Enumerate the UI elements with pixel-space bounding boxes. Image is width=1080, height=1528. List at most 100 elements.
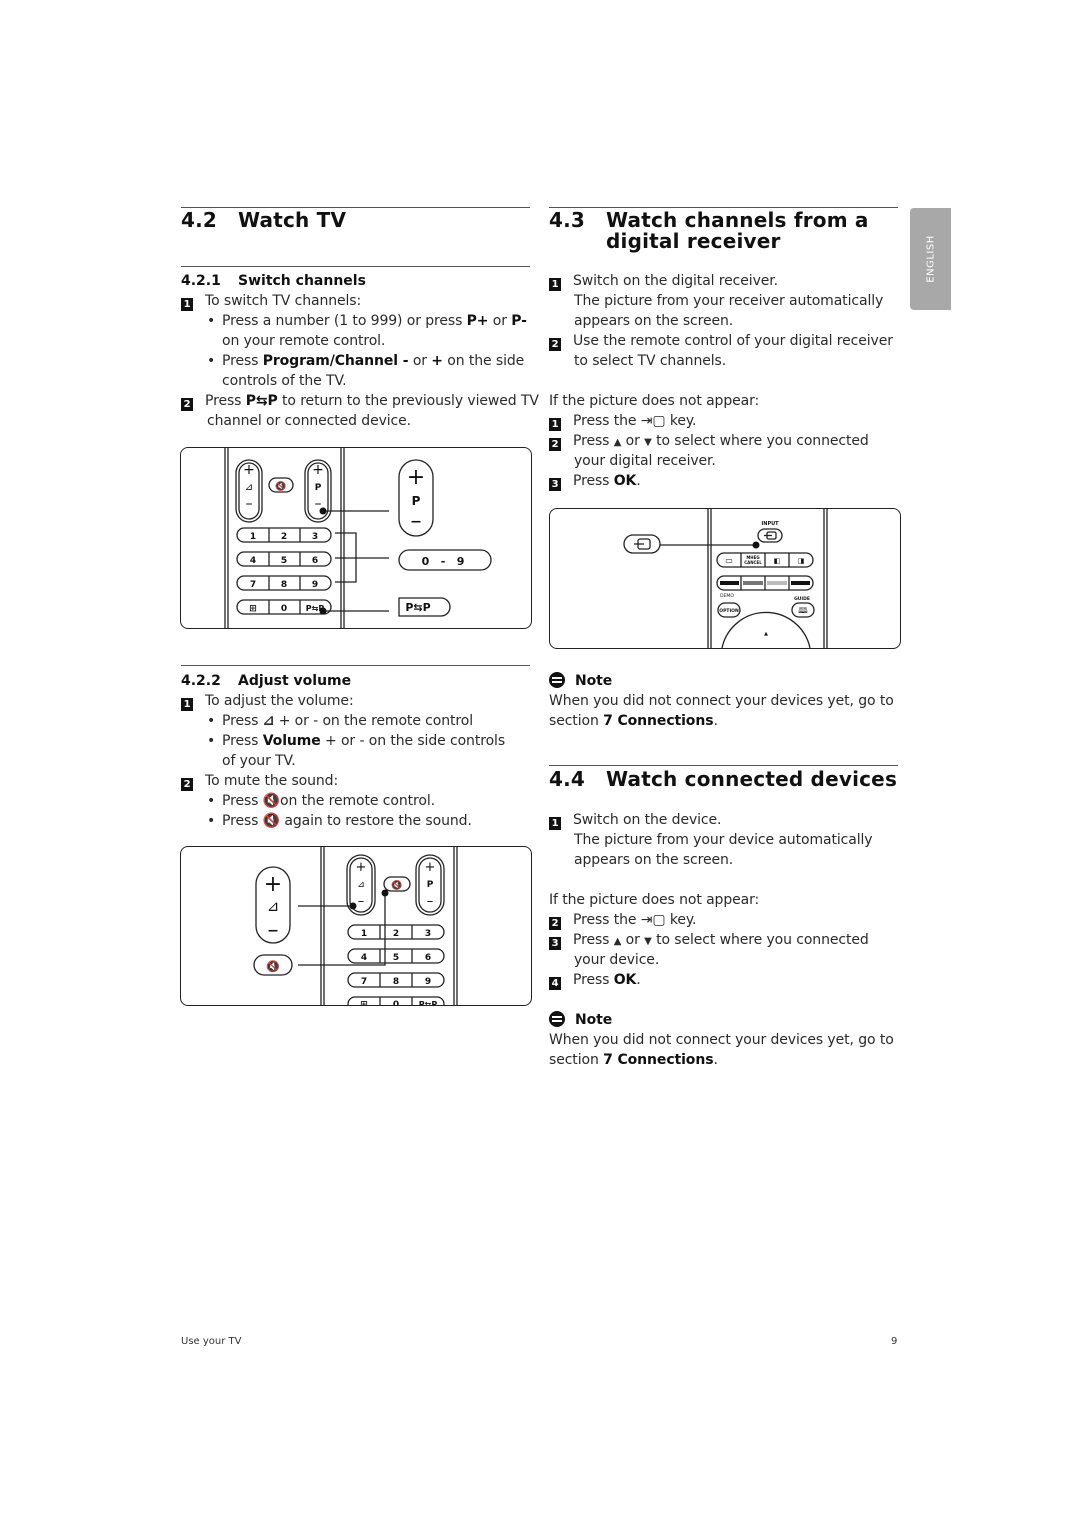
keypad-key: 1: [361, 929, 367, 939]
step-text: Switch on the digital receiver.: [573, 273, 778, 289]
keypad-key: 8: [281, 580, 287, 590]
note-title: Note: [575, 673, 613, 689]
key-label: OK: [613, 473, 637, 489]
bullet-icon: •: [207, 793, 216, 809]
keypad-key: 7: [250, 580, 256, 590]
input-source-icon: ⇥▢: [640, 413, 666, 429]
step-number: 3: [549, 478, 561, 491]
svg-text:▭: ▭: [725, 556, 733, 565]
svg-text:◨: ◨: [798, 557, 805, 565]
bullet-icon: •: [207, 813, 216, 829]
keypad-key: 2: [393, 929, 399, 939]
step-text: key.: [665, 912, 697, 928]
step-1: 1 Press the ⇥▢ key.: [549, 411, 697, 431]
keypad-key: 1: [250, 532, 256, 542]
remote-illustration: INPUT ▭ MHEG CANCEL ◧ ◨ DEMO GUIDE OPTIO…: [623, 509, 828, 649]
keypad-key: 2: [281, 532, 287, 542]
step-number: 3: [549, 937, 561, 950]
bullet-text: on the remote control.: [280, 793, 435, 809]
step-number: 2: [181, 778, 193, 791]
keypad-key: ⊞: [360, 1000, 368, 1005]
keypad-key: 9: [425, 977, 431, 987]
step-3: 3 Press OK.: [549, 471, 641, 491]
svg-text:◧: ◧: [774, 557, 781, 565]
section-title: Watch channels from a digital receiver: [606, 210, 869, 252]
callout-dot: [349, 902, 357, 910]
bullet-icon: •: [207, 733, 216, 749]
remote-figure-channels: + ⊿ – 🔇 + P – 1 2 3 4 5 6 7 8 9 ⊞ 0 P⇆P …: [180, 447, 532, 629]
note-text: section 7 Connections.: [549, 1050, 718, 1070]
footer-chapter: Use your TV: [181, 1336, 242, 1347]
step-continuation: your device.: [574, 952, 660, 968]
section-reference-link[interactable]: 7 Connections: [603, 713, 713, 729]
bullet-icon: •: [207, 713, 216, 729]
keypad-key: P⇆P: [306, 604, 325, 613]
keypad-key: 3: [312, 532, 318, 542]
p-label: P: [427, 880, 434, 890]
svg-text:P: P: [315, 483, 322, 493]
subsection-title: Adjust volume: [238, 673, 352, 689]
remote-illustration: + ⊿ – 🔇 + P – 1 2 3 4 5 6 7 8 9 ⊞ 0 P⇆P …: [224, 448, 492, 628]
subsection-heading-4-2-1: 4.2.1 Switch channels: [181, 271, 366, 291]
bullet-icon: •: [207, 353, 216, 369]
subsection-number: 4.2.1: [181, 273, 221, 289]
callout-dot: [752, 541, 760, 549]
bullet-text: + or - on the remote control: [274, 713, 474, 729]
swap-label: P⇆P: [405, 601, 430, 614]
step-number: 2: [549, 438, 561, 451]
key-label: P-: [511, 313, 527, 329]
step-text: Press the: [573, 413, 641, 429]
guide-label: GUIDE: [794, 596, 810, 602]
svg-text:🔇: 🔇: [391, 879, 402, 891]
page-number: 9: [891, 1336, 898, 1347]
svg-text:–: –: [315, 496, 322, 512]
note-text-part: .: [713, 1052, 718, 1068]
section-heading-4-4: 4.4 Watch connected devices: [549, 769, 897, 790]
keypad-key: 6: [312, 556, 318, 566]
bullet-continuation: of your TV.: [222, 753, 296, 769]
yellow-key: [767, 581, 787, 585]
note-text-part: section: [549, 713, 604, 729]
step-text: Use the remote control of your digital r…: [573, 333, 893, 349]
step-text: To adjust the volume:: [205, 693, 354, 709]
step-2: 2 Press P⇆P to return to the previously v…: [181, 391, 539, 411]
keypad-key: 0: [281, 604, 287, 614]
bullet-text: + or - on the side controls: [320, 733, 506, 749]
step-continuation: your digital receiver.: [574, 453, 716, 469]
bullet-text: Press: [222, 353, 263, 369]
note-icon: [549, 672, 565, 688]
step-number: 1: [181, 298, 193, 311]
paragraph: If the picture does not appear:: [549, 393, 760, 409]
step-text: .: [636, 473, 641, 489]
key-label: Program/Channel -: [262, 353, 409, 369]
section-reference-link[interactable]: 7 Connections: [603, 1052, 713, 1068]
paragraph: If the picture does not appear:: [549, 892, 760, 908]
step-text: Press: [205, 393, 246, 409]
step-text: Switch on the device.: [573, 812, 722, 828]
step-number: 1: [181, 698, 193, 711]
callout-dot: [381, 889, 389, 897]
step-text: to return to the previously viewed TV: [277, 393, 539, 409]
step-1: 1 To switch TV channels:: [181, 291, 361, 311]
step-number: 2: [549, 338, 561, 351]
keypad-key: 9: [312, 580, 318, 590]
note-title: Note: [575, 1012, 613, 1028]
keypad-key: 5: [281, 556, 287, 566]
remote-illustration: + ⊿ – 🔇 + ⊿ – 🔇 + P – 1 2 3 4 5 6 7 8 9 …: [253, 847, 458, 1012]
keypad-key: 3: [425, 929, 431, 939]
step-1: 1 Switch on the device.: [549, 810, 721, 830]
step-continuation: to select TV channels.: [574, 353, 727, 369]
key-label: P+: [466, 313, 489, 329]
svg-text:–: –: [246, 496, 253, 512]
step-text: or: [621, 932, 645, 948]
key-label: Volume: [262, 733, 321, 749]
range-label: 0 - 9: [422, 555, 465, 568]
key-label: P⇆P: [245, 393, 278, 409]
svg-text:▲: ▲: [764, 631, 768, 637]
step-number: 1: [549, 817, 561, 830]
step-text: to select where you connected: [651, 932, 869, 948]
mute-icon: 🔇: [262, 793, 281, 809]
subsection-heading-4-2-2: 4.2.2 Adjust volume: [181, 671, 351, 691]
bullet-text: or: [488, 313, 512, 329]
step-2: 2 Use the remote control of your digital …: [549, 331, 893, 351]
